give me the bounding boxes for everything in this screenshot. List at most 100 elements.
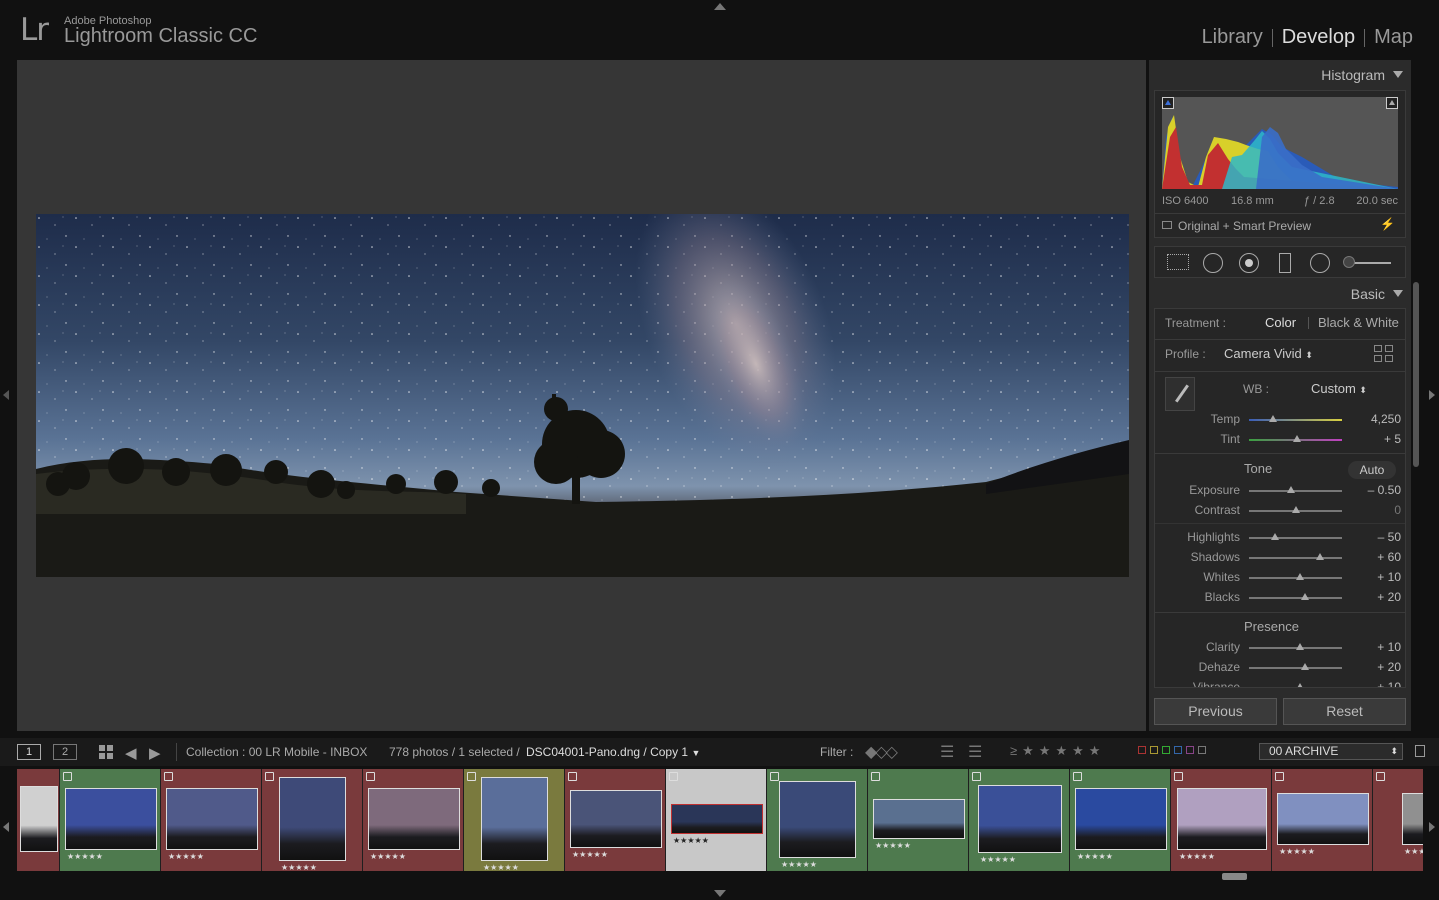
blacks-slider[interactable]: Blacks + 20 (1155, 587, 1405, 607)
basic-header[interactable]: Basic (1351, 286, 1385, 302)
crop-tool-icon[interactable] (1167, 254, 1189, 270)
dehaze-knob[interactable] (1300, 663, 1309, 670)
back-arrow-icon[interactable]: ◀ (125, 744, 137, 762)
star-rating[interactable]: ★★★★★ (168, 852, 204, 861)
histogram-collapse-icon[interactable] (1393, 71, 1403, 78)
filmstrip-thumbnail[interactable] (570, 790, 662, 848)
filmstrip-thumbnail[interactable] (1075, 788, 1167, 850)
filmstrip-cell[interactable]: ★★★★★ (1373, 769, 1423, 871)
filmstrip-thumbnail[interactable] (166, 788, 258, 850)
flag-icon[interactable] (1073, 772, 1082, 781)
graduated-filter-icon[interactable] (1279, 253, 1291, 273)
primary-display-button[interactable]: 1 (17, 744, 41, 760)
exposure-knob[interactable] (1286, 486, 1295, 493)
module-develop[interactable]: Develop (1273, 26, 1364, 49)
exposure-track[interactable] (1249, 490, 1342, 492)
filmstrip-cell[interactable]: ★★★★★ (565, 769, 666, 871)
color-label-filter[interactable] (1138, 746, 1206, 754)
star-rating[interactable]: ★★★★★ (67, 852, 103, 861)
flag-icon[interactable] (1174, 772, 1183, 781)
dehaze-track[interactable] (1249, 667, 1342, 669)
temp-slider[interactable]: Temp 4,250 (1155, 409, 1405, 429)
histogram-header[interactable]: Histogram (1321, 67, 1385, 83)
selected-filename[interactable]: DSC04001-Pano.dng / Copy 1 ▼ (526, 745, 700, 759)
filmstrip-cell[interactable]: ★★★★★ (363, 769, 464, 871)
star-rating[interactable]: ★★★★★ (781, 860, 817, 869)
highlight-clipping-icon[interactable] (1386, 97, 1398, 109)
collection-source[interactable]: Collection : 00 LR Mobile - INBOX (186, 745, 367, 759)
contrast-slider[interactable]: Contrast 0 (1155, 500, 1405, 520)
star-rating[interactable]: ★★★★★ (1179, 852, 1215, 861)
blue-label-icon[interactable] (1174, 746, 1182, 754)
flag-icon[interactable] (1275, 772, 1284, 781)
basic-collapse-icon[interactable] (1393, 290, 1403, 297)
highlights-track[interactable] (1249, 537, 1342, 539)
flag-icon[interactable] (972, 772, 981, 781)
filmstrip-thumbnail[interactable] (481, 777, 548, 861)
rating-filter-stars[interactable]: ≥★★★★★ (1010, 743, 1105, 759)
left-panel-toggle-icon[interactable] (3, 390, 9, 400)
yellow-label-icon[interactable] (1150, 746, 1158, 754)
flag-icon[interactable] (164, 772, 173, 781)
panel-scrollbar[interactable] (1413, 282, 1419, 467)
filmstrip-cell[interactable]: ★★★★★ (60, 769, 161, 871)
flag-icon[interactable] (669, 772, 678, 781)
filmstrip-thumbnail[interactable] (978, 785, 1062, 853)
star-rating[interactable]: ★★★★★ (673, 836, 709, 845)
blacks-value[interactable]: + 20 (1377, 590, 1401, 604)
filmstrip-thumbnail[interactable] (873, 799, 965, 839)
no-label-icon[interactable] (1198, 746, 1206, 754)
vibrance-value[interactable]: + 10 (1377, 680, 1401, 687)
reset-button[interactable]: Reset (1283, 698, 1406, 725)
clarity-slider[interactable]: Clarity + 10 (1155, 637, 1405, 657)
flag-icon[interactable] (467, 772, 476, 781)
whites-knob[interactable] (1296, 573, 1305, 580)
clarity-value[interactable]: + 10 (1377, 640, 1401, 654)
right-panel-toggle-icon[interactable] (1429, 390, 1435, 400)
shadows-track[interactable] (1249, 557, 1342, 559)
filmstrip-cell[interactable] (17, 769, 60, 871)
filmstrip-thumbnail[interactable] (1177, 788, 1267, 850)
histogram-chart[interactable] (1162, 97, 1398, 189)
preview-status[interactable]: Original + Smart Preview (1178, 219, 1311, 233)
filmstrip-cell[interactable]: ★★★★★ (464, 769, 565, 871)
module-library[interactable]: Library (1193, 26, 1272, 49)
filmstrip-scrollbar[interactable] (1222, 873, 1247, 880)
tint-slider[interactable]: Tint + 5 (1155, 429, 1405, 449)
filmstrip-cell[interactable]: ★★★★★ (262, 769, 363, 871)
temp-track[interactable] (1249, 419, 1342, 421)
vibrance-slider[interactable]: Vibrance + 10 (1155, 677, 1405, 687)
tint-knob[interactable] (1293, 435, 1302, 442)
collapse-bottom-icon[interactable] (714, 890, 726, 897)
unedited-filter-icon[interactable]: ☰ (968, 742, 982, 762)
auto-tone-button[interactable]: Auto (1348, 461, 1396, 479)
spot-removal-icon[interactable] (1203, 253, 1223, 273)
whites-value[interactable]: + 10 (1377, 570, 1401, 584)
highlights-knob[interactable] (1271, 533, 1280, 540)
filmstrip-thumbnail[interactable] (368, 788, 460, 850)
filmstrip-cell[interactable]: ★★★★★ (868, 769, 969, 871)
adjustment-brush-icon[interactable] (1343, 256, 1391, 268)
flag-icon[interactable] (63, 772, 72, 781)
star-rating[interactable]: ★★★★★ (572, 850, 608, 859)
vibrance-knob[interactable] (1296, 683, 1305, 687)
dehaze-slider[interactable]: Dehaze + 20 (1155, 657, 1405, 677)
purple-label-icon[interactable] (1186, 746, 1194, 754)
edit-filter-icon[interactable]: ☰ (940, 742, 954, 762)
temp-value[interactable]: 4,250 (1371, 412, 1401, 426)
star-rating[interactable]: ★★★★★ (875, 841, 911, 850)
highlights-value[interactable]: – 50 (1378, 530, 1401, 544)
filmstrip-thumbnail[interactable] (65, 788, 157, 850)
star-rating[interactable]: ★★★★★ (370, 852, 406, 861)
module-map[interactable]: Map (1365, 26, 1413, 49)
filter-lock-icon[interactable] (1415, 745, 1425, 757)
profile-browser-icon[interactable] (1374, 345, 1393, 362)
temp-knob[interactable] (1269, 415, 1278, 422)
contrast-value[interactable]: 0 (1394, 503, 1401, 517)
contrast-knob[interactable] (1291, 506, 1300, 513)
filmstrip-cell[interactable]: ★★★★★ (1070, 769, 1171, 871)
filmstrip-cell[interactable]: ★★★★★ (969, 769, 1070, 871)
whites-slider[interactable]: Whites + 10 (1155, 567, 1405, 587)
exposure-slider[interactable]: Exposure – 0.50 (1155, 480, 1405, 500)
secondary-display-button[interactable]: 2 (53, 744, 77, 760)
